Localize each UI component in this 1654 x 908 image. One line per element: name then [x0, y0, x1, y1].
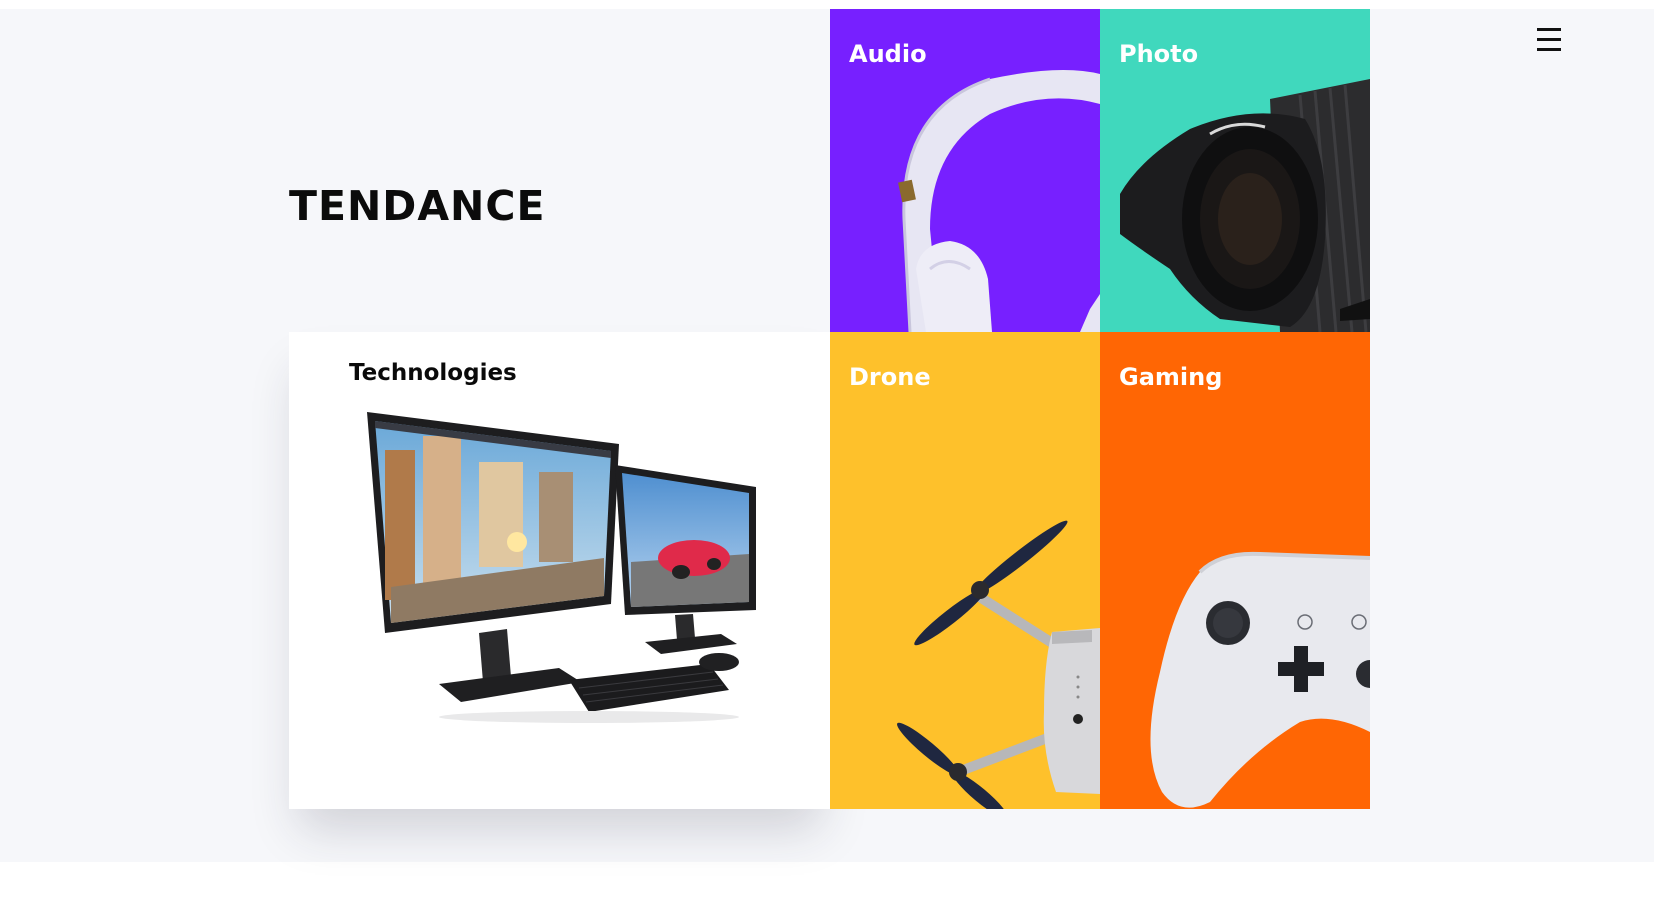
category-label-drone: Drone: [849, 363, 931, 391]
category-tile-drone[interactable]: Drone: [830, 332, 1100, 809]
page: TENDANCE Technologies Audio Photo Drone …: [0, 0, 1654, 908]
dual-monitor-computer-image: [367, 412, 756, 723]
game-controller-image: [1150, 551, 1370, 808]
category-tile-technologies[interactable]: Technologies: [289, 332, 830, 809]
category-tile-audio[interactable]: Audio: [830, 9, 1100, 332]
category-tile-photo[interactable]: Photo: [1100, 9, 1370, 332]
category-label-audio: Audio: [849, 40, 927, 68]
drone-image: [897, 520, 1100, 809]
category-label-gaming: Gaming: [1119, 363, 1223, 391]
hamburger-menu-icon[interactable]: [1534, 25, 1566, 55]
section-title: TENDANCE: [289, 182, 546, 230]
top-strip: [0, 0, 1654, 9]
category-label-photo: Photo: [1119, 40, 1199, 68]
category-tile-gaming[interactable]: Gaming: [1100, 332, 1370, 809]
